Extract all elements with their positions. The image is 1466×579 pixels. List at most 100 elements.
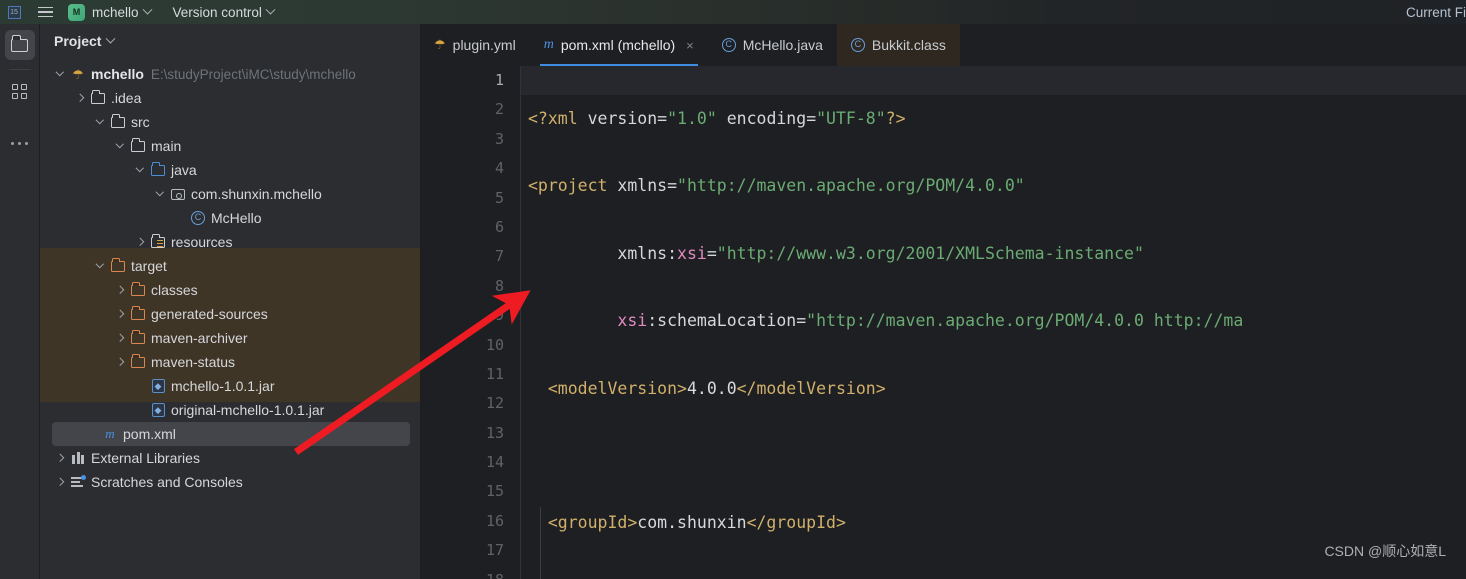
line-number: 13 xyxy=(485,423,504,442)
page-title: Project xyxy=(54,33,102,49)
code-editor[interactable]: 1 2 3 4 5 6 7 8 9 10 11 12 13 14 15 16 1… xyxy=(420,66,1466,579)
tree-item-main[interactable]: main xyxy=(40,134,420,158)
project-badge: M xyxy=(68,3,85,21)
collapse-toggle[interactable] xyxy=(52,67,68,79)
tree-item-label: classes xyxy=(151,282,198,298)
tree-item-label: mchello xyxy=(91,66,144,82)
excluded-folder-icon xyxy=(128,305,148,320)
expand-toggle[interactable] xyxy=(112,333,128,343)
excluded-folder-icon xyxy=(128,329,148,344)
code-line-5: <modelVersion>4.0.0</modelVersion> xyxy=(547,378,886,398)
tree-item-idea[interactable]: .idea xyxy=(40,86,420,110)
expand-toggle[interactable] xyxy=(132,237,148,247)
line-number: 4 xyxy=(494,159,504,178)
project-panel-header[interactable]: Project xyxy=(40,24,420,58)
tree-item-label: main xyxy=(151,138,182,154)
tab-plugin-yml[interactable]: ☂ plugin.yml xyxy=(420,24,530,66)
chevron-down-icon xyxy=(265,4,276,15)
window-box-icon[interactable]: 15 xyxy=(0,0,28,24)
tree-item-original-mchello-jar[interactable]: ◆ original-mchello-1.0.1.jar xyxy=(40,398,420,422)
line-number: 8 xyxy=(494,276,504,295)
sidebar-item-project[interactable] xyxy=(4,30,35,60)
sidebar-item-more[interactable] xyxy=(5,128,35,158)
tree-item-mchello[interactable]: ☂ mchello E:\studyProject\iMC\study\mche… xyxy=(40,62,420,86)
expand-toggle[interactable] xyxy=(52,477,68,487)
expand-toggle[interactable] xyxy=(72,93,88,103)
jar-icon: ◆ xyxy=(148,403,168,417)
tree-item-label: original-mchello-1.0.1.jar xyxy=(171,402,325,418)
expand-toggle[interactable] xyxy=(52,453,68,463)
line-number: 15 xyxy=(485,482,504,501)
collapse-toggle[interactable] xyxy=(152,187,168,199)
source-folder-icon xyxy=(148,161,168,176)
close-icon[interactable]: × xyxy=(686,38,694,53)
tree-item-external-libraries[interactable]: External Libraries xyxy=(40,446,420,470)
version-control-menu[interactable]: Version control xyxy=(172,4,276,20)
folder-icon xyxy=(108,113,128,128)
project-tree: ☂ mchello E:\studyProject\iMC\study\mche… xyxy=(40,58,420,494)
tree-item-label: generated-sources xyxy=(151,306,268,322)
line-number-gutter[interactable]: 1 2 3 4 5 6 7 8 9 10 11 12 13 14 15 16 1… xyxy=(420,66,521,579)
tree-item-maven-archiver[interactable]: maven-archiver xyxy=(40,326,420,350)
hamburger-menu-icon[interactable] xyxy=(28,0,62,24)
line-number: 10 xyxy=(485,335,504,354)
line-number: 7 xyxy=(494,247,504,266)
chevron-down-icon[interactable] xyxy=(106,33,116,44)
tree-item-label: Scratches and Consoles xyxy=(91,474,243,490)
line-number: 3 xyxy=(494,129,504,148)
editor-area: ☂ plugin.yml m pom.xml (mchello) × C McH… xyxy=(420,24,1466,579)
left-tool-rail xyxy=(0,24,40,579)
grid-squares-icon xyxy=(12,83,27,99)
sidebar-item-structure[interactable] xyxy=(5,76,35,106)
title-bar: 15 M mchello Version control Current Fi xyxy=(0,0,1466,24)
yaml-file-icon: ☂ xyxy=(434,37,446,52)
excluded-folder-icon xyxy=(128,281,148,296)
resources-folder-icon xyxy=(148,233,168,248)
expand-toggle[interactable] xyxy=(112,357,128,367)
tree-item-pom-xml[interactable]: m pom.xml xyxy=(52,422,410,446)
tree-item-generated-sources[interactable]: generated-sources xyxy=(40,302,420,326)
expand-toggle[interactable] xyxy=(112,309,128,319)
chevron-down-icon xyxy=(142,4,152,15)
collapse-toggle[interactable] xyxy=(92,259,108,271)
line-number: 1 xyxy=(494,71,504,89)
tree-item-classes[interactable]: classes xyxy=(40,278,420,302)
expand-toggle[interactable] xyxy=(112,285,128,295)
collapse-toggle[interactable] xyxy=(132,163,148,175)
tab-pom-xml[interactable]: m pom.xml (mchello) × xyxy=(529,24,708,66)
tree-item-mchello-jar[interactable]: ◆ mchello-1.0.1.jar xyxy=(40,374,420,398)
version-control-label: Version control xyxy=(172,4,262,20)
tree-item-java[interactable]: java xyxy=(40,158,420,182)
tree-item-mchello-class[interactable]: C McHello xyxy=(40,206,420,230)
tab-label: plugin.yml xyxy=(452,37,516,53)
tree-item-package[interactable]: com.shunxin.mchello xyxy=(40,182,420,206)
tree-item-scratches-and-consoles[interactable]: Scratches and Consoles xyxy=(40,470,420,494)
line-number: 12 xyxy=(485,394,504,413)
run-configuration-selector[interactable]: Current Fi xyxy=(1406,0,1466,24)
tree-item-src[interactable]: src xyxy=(40,110,420,134)
code-content[interactable]: <?xml version="1.0" encoding="UTF-8"?> <… xyxy=(528,66,1466,579)
tree-item-label: src xyxy=(131,114,150,130)
tab-bukkit-class[interactable]: C Bukkit.class xyxy=(836,24,960,66)
tree-item-label: maven-status xyxy=(151,354,236,370)
tree-item-label: resources xyxy=(171,234,233,250)
code-line-4: xsi:schemaLocation="http://maven.apache.… xyxy=(617,311,1244,331)
collapse-toggle[interactable] xyxy=(112,139,128,151)
collapse-toggle[interactable] xyxy=(92,115,108,127)
jar-icon: ◆ xyxy=(148,379,168,393)
ellipsis-icon xyxy=(11,141,28,145)
tree-item-label: com.shunxin.mchello xyxy=(191,186,322,202)
line-number: 18 xyxy=(420,566,520,579)
tree-item-resources[interactable]: resources xyxy=(40,230,420,254)
code-line-7: <groupId>com.shunxin</groupId> xyxy=(547,513,846,533)
line-number: 9 xyxy=(494,306,504,325)
tree-item-label: target xyxy=(131,258,167,274)
tree-item-maven-status[interactable]: maven-status xyxy=(40,350,420,374)
tab-mchello-java[interactable]: C McHello.java xyxy=(708,24,837,66)
package-icon xyxy=(168,188,188,200)
project-name-menu[interactable]: mchello xyxy=(92,4,152,20)
scratches-icon xyxy=(68,475,88,488)
java-class-icon: C xyxy=(188,211,208,225)
tree-item-target[interactable]: target xyxy=(40,254,420,278)
